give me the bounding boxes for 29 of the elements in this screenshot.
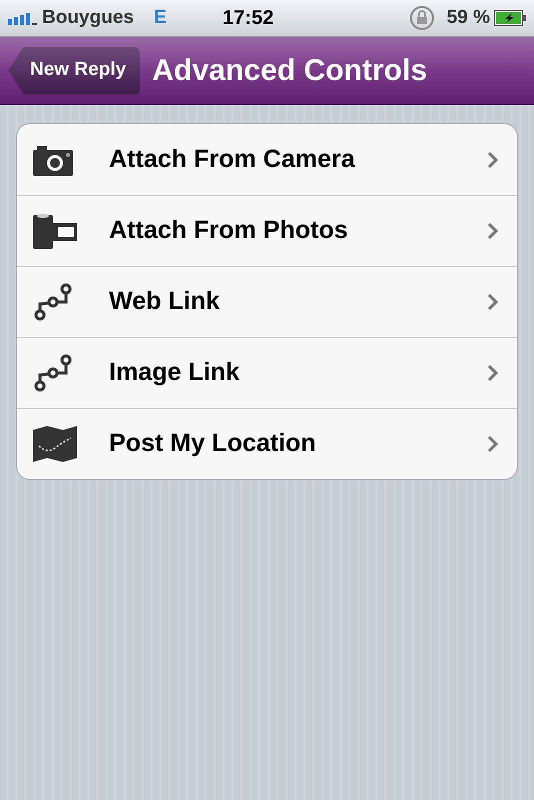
battery-icon: [494, 10, 526, 26]
network-indicator: E: [154, 6, 167, 30]
item-label: Web Link: [109, 286, 221, 318]
chevron-icon: [487, 435, 499, 453]
signal-icon: [8, 11, 38, 25]
link-icon: [33, 353, 73, 393]
chevron-icon: [487, 222, 499, 240]
list-item[interactable]: Image Link: [17, 337, 517, 408]
item-label: Attach From Camera: [109, 144, 356, 175]
battery-percent: 59 %: [446, 6, 490, 30]
film-roll-icon: [33, 213, 77, 249]
chevron-icon: [487, 293, 499, 311]
status-time: 17:52: [222, 6, 274, 31]
list-item[interactable]: Attach From Photos: [17, 195, 517, 266]
nav-title: Advanced Controls: [152, 53, 428, 89]
link-icon: [33, 282, 73, 322]
item-label: Post My Location: [109, 428, 317, 460]
carrier-name: Bouygues: [42, 6, 134, 30]
item-label: Attach From Photos: [109, 215, 349, 246]
rotation-lock-icon: [408, 5, 435, 31]
list-item[interactable]: Web Link: [17, 266, 517, 337]
list-item[interactable]: Post My Location: [17, 408, 517, 479]
chevron-icon: [487, 150, 499, 168]
item-label: Image Link: [109, 357, 241, 388]
map-icon: [33, 426, 77, 462]
list-item[interactable]: Attach From Camera: [17, 124, 517, 195]
back-button[interactable]: New Reply: [8, 46, 140, 94]
chevron-icon: [487, 364, 499, 382]
camera-icon: [33, 144, 73, 176]
